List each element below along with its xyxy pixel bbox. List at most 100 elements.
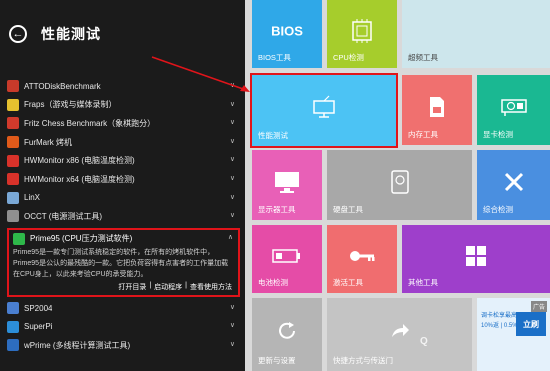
- chevron-down-icon: ∨: [229, 119, 235, 127]
- tile-cpu-check[interactable]: CPU检测: [327, 0, 397, 68]
- list-item-label: SuperPi: [24, 322, 53, 332]
- tile-label: 显卡检测: [483, 130, 513, 139]
- chevron-down-icon: ∨: [229, 303, 235, 311]
- refresh-icon: [279, 321, 295, 339]
- furmark-icon: [7, 136, 19, 149]
- battery-icon: [272, 248, 300, 263]
- tile-memory-tools[interactable]: 内存工具: [402, 75, 472, 145]
- tile-label: 硬盘工具: [333, 205, 363, 214]
- graphics-card-icon: [500, 98, 527, 116]
- open-directory-link[interactable]: 打开目录: [118, 282, 146, 292]
- chevron-down-icon: ∨: [229, 212, 235, 220]
- hwmonitor-icon: [7, 173, 19, 186]
- view-usage-link[interactable]: 查看使用方法: [190, 282, 232, 292]
- expanded-item-description: Prime95是一款专门测试系统稳定的软件，在所有的烤机软件中，Prime95是…: [13, 248, 229, 278]
- tile-overclock-tools[interactable]: 超频工具: [402, 0, 550, 68]
- list-item[interactable]: SP2004 ∨: [7, 299, 240, 318]
- list-item[interactable]: FurMark 烤机 ∨: [7, 133, 240, 152]
- expanded-item-header[interactable]: Prime95 (CPU压力测试软件): [13, 232, 234, 246]
- list-item[interactable]: Fraps（游戏与媒体录制） ∨: [7, 96, 240, 115]
- tile-activation-tools[interactable]: 激活工具: [327, 225, 397, 293]
- tool-list-panel: ← 性能测试 ATTODiskBenchmark ∨ Fraps（游戏与媒体录制…: [0, 0, 245, 371]
- expanded-item-title: Prime95 (CPU压力测试软件): [30, 234, 133, 244]
- list-item-label: HWMonitor x86 (电脑温度检测): [24, 156, 135, 166]
- memory-card-icon: [430, 96, 444, 117]
- tile-bios-tools[interactable]: BIOS BIOS工具: [252, 0, 322, 68]
- tile-performance-test[interactable]: 性能测试: [250, 73, 398, 148]
- hard-disk-icon: [390, 169, 409, 194]
- bios-icon: BIOS: [271, 23, 303, 39]
- list-item[interactable]: HWMonitor x64 (电脑温度检测) ∨: [7, 170, 240, 189]
- monitor-icon: [275, 171, 299, 193]
- fritz-chess-icon: [7, 117, 19, 130]
- chevron-down-icon: ∨: [229, 137, 235, 145]
- tile-label: 激活工具: [333, 278, 363, 287]
- list-item-label: OCCT (电源测试工具): [24, 211, 103, 221]
- tile-comprehensive-check[interactable]: 综合检测: [477, 150, 550, 220]
- chevron-down-icon: ∨: [229, 322, 235, 330]
- list-item-label: Fritz Chess Benchmark（象棋跑分）: [24, 118, 156, 128]
- prime95-icon: [13, 232, 25, 245]
- tile-label: 超频工具: [408, 53, 438, 62]
- chevron-down-icon: ∨: [229, 174, 235, 182]
- list-item-label: ATTODiskBenchmark: [24, 81, 101, 91]
- list-item[interactable]: wPrime (多线程计算测试工具) ∨: [7, 336, 240, 355]
- list-item-label: wPrime (多线程计算测试工具): [24, 340, 131, 350]
- tile-gpu-check[interactable]: 显卡检测: [477, 75, 550, 145]
- tile-other-tools[interactable]: 其他工具: [402, 225, 550, 293]
- list-item-label: FurMark 烤机: [24, 137, 72, 147]
- launch-program-link[interactable]: 启动程序: [154, 282, 182, 292]
- tile-shortcuts-portal[interactable]: 快捷方式与传送门: [327, 298, 472, 371]
- list-item[interactable]: OCCT (电源测试工具) ∨: [7, 207, 240, 226]
- list-item-label: HWMonitor x64 (电脑温度检测): [24, 174, 135, 184]
- tile-label: CPU检测: [333, 53, 364, 62]
- chevron-up-icon[interactable]: ∧: [228, 233, 233, 241]
- atto-icon: [7, 80, 19, 93]
- tile-display-tools[interactable]: 显示器工具: [252, 150, 322, 220]
- tools-icon: [504, 172, 523, 191]
- chevron-down-icon: ∨: [229, 193, 235, 201]
- list-item[interactable]: ATTODiskBenchmark ∨: [7, 77, 240, 96]
- list-item-label: SP2004: [24, 303, 53, 313]
- expanded-item-actions: 打开目录 | 启动程序 | 查看使用方法: [118, 281, 232, 292]
- list-item[interactable]: Fritz Chess Benchmark（象棋跑分） ∨: [7, 114, 240, 133]
- superpi-icon: [7, 320, 19, 333]
- tile-label: 其他工具: [408, 278, 438, 287]
- wprime-icon: [7, 339, 19, 352]
- tile-label: 电池检测: [258, 278, 288, 287]
- chevron-down-icon: ∨: [229, 100, 235, 108]
- tile-label: 内存工具: [408, 130, 438, 139]
- back-arrow-icon[interactable]: ←: [9, 25, 27, 43]
- cpu-icon: [352, 18, 372, 43]
- performance-monitor-icon: [313, 95, 335, 118]
- chevron-down-icon: ∨: [229, 156, 235, 164]
- fraps-icon: [7, 98, 19, 111]
- tile-battery-check[interactable]: 电池检测: [252, 225, 322, 293]
- ad-badge: 立刷: [516, 312, 546, 336]
- list-item-label: LinX: [24, 193, 41, 203]
- linx-icon: [7, 191, 19, 204]
- list-item-label: Fraps（游戏与媒体录制）: [24, 100, 117, 110]
- list-item[interactable]: HWMonitor x86 (电脑温度检测) ∨: [7, 151, 240, 170]
- chevron-down-icon: ∨: [229, 82, 235, 89]
- tile-label: 性能测试: [258, 131, 288, 140]
- list-item[interactable]: SuperPi ∨: [7, 317, 240, 336]
- chevron-down-icon: ∨: [229, 340, 235, 348]
- tile-disk-tools[interactable]: 硬盘工具: [327, 150, 472, 220]
- expanded-list-item[interactable]: Prime95 (CPU压力测试软件) ∧ Prime95是一款专门测试系统稳定…: [7, 227, 240, 297]
- page-header: ← 性能测试: [9, 24, 101, 44]
- key-icon: [350, 250, 375, 261]
- ad-label: 广告: [530, 301, 547, 312]
- occt-icon: [7, 210, 19, 223]
- tile-label: 显示器工具: [258, 205, 296, 214]
- sp2004-icon: [7, 302, 19, 315]
- advertisement-tile[interactable]: 广告 调卡松享最高 10%返 | 0.5%+3 立刷: [477, 298, 550, 371]
- tile-update-settings[interactable]: 更新与设置: [252, 298, 322, 371]
- tile-label: 更新与设置: [258, 356, 296, 365]
- watermark-logo: Q: [420, 336, 428, 347]
- hwmonitor-icon: [7, 154, 19, 167]
- grid-icon: [466, 245, 486, 266]
- list-item[interactable]: LinX ∨: [7, 189, 240, 208]
- tile-label: 快捷方式与传送门: [333, 356, 393, 365]
- share-arrow-icon: [391, 323, 409, 337]
